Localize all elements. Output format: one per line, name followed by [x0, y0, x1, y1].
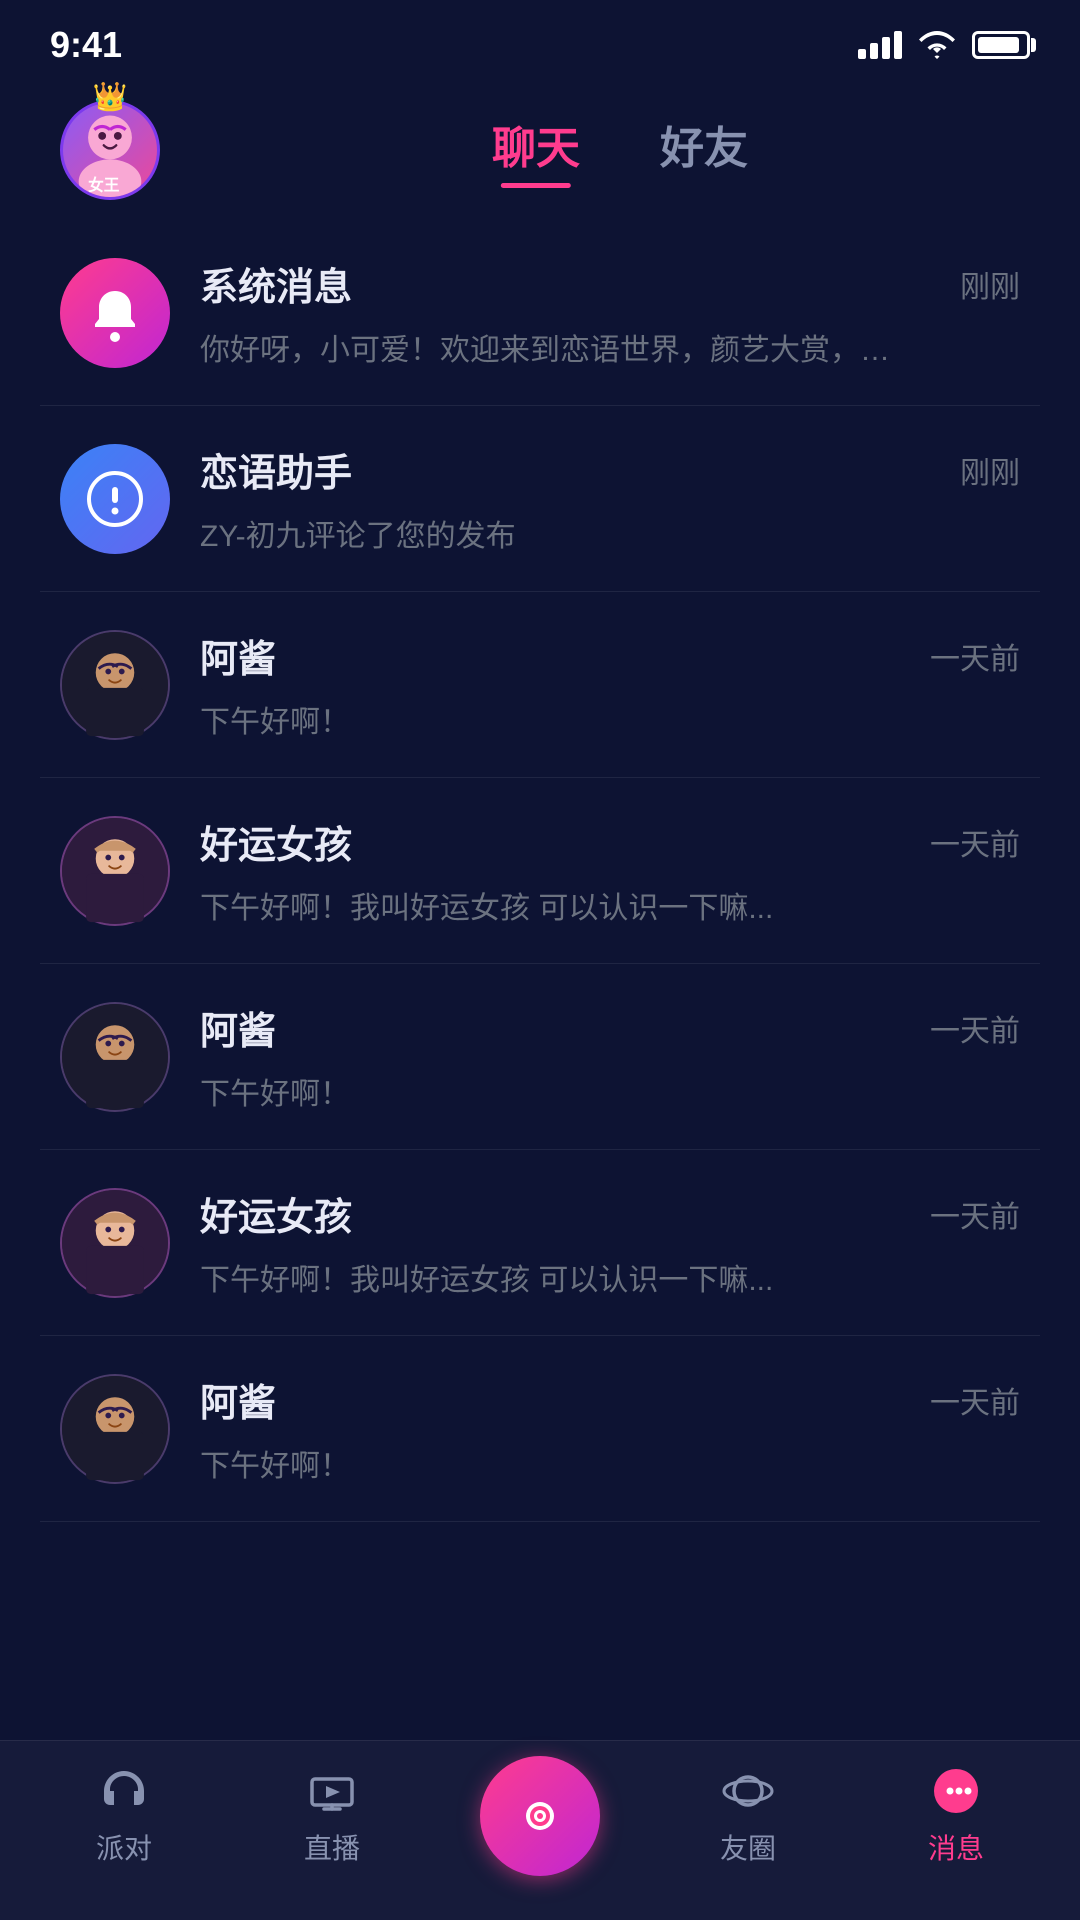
svg-text:女王: 女王: [88, 176, 120, 195]
chat-item-top: 阿酱 一天前: [200, 1000, 1020, 1055]
chat-item-top: 阿酱 一天前: [200, 628, 1020, 683]
chat-name: 阿酱: [200, 1000, 276, 1055]
wifi-icon: [918, 31, 956, 59]
assistant-avatar: [60, 444, 170, 554]
list-item[interactable]: 阿酱 一天前 下午好啊！: [40, 592, 1040, 778]
headphone-icon: [98, 1765, 150, 1817]
chat-name: 系统消息: [200, 256, 352, 311]
nav-item-messages[interactable]: 消息: [852, 1765, 1060, 1867]
user-avatar-ajiang3: [60, 1374, 170, 1484]
nav-label-party: 派对: [96, 1827, 152, 1867]
chat-time: 刚刚: [960, 262, 1020, 306]
list-item[interactable]: 阿酱 一天前 下午好啊！: [40, 1336, 1040, 1522]
chat-time: 一天前: [930, 1378, 1020, 1422]
face-illustration: [62, 1188, 168, 1298]
nav-item-center[interactable]: [436, 1756, 644, 1876]
list-item[interactable]: 好运女孩 一天前 下午好啊！我叫好运女孩 可以认识一下嘛...: [40, 778, 1040, 964]
chat-preview: 下午好啊！: [200, 697, 900, 741]
alert-icon: [85, 469, 145, 529]
tab-friends[interactable]: 好友: [660, 112, 748, 188]
status-icons: [858, 31, 1030, 59]
nav-label-live: 直播: [304, 1827, 360, 1867]
chat-name: 阿酱: [200, 1372, 276, 1427]
avatar-face-svg: 女王: [63, 103, 157, 197]
chat-time: 一天前: [930, 634, 1020, 678]
status-bar: 9:41: [0, 0, 1080, 80]
tv-icon: [306, 1765, 358, 1817]
list-item[interactable]: 恋语助手 刚刚 ZY-初九评论了您的发布: [40, 406, 1040, 592]
chat-item-content: 阿酱 一天前 下午好啊！: [200, 628, 1020, 741]
chat-preview: ZY-初九评论了您的发布: [200, 511, 900, 555]
chat-preview: 下午好啊！: [200, 1441, 900, 1485]
avatar-circle: 女王: [60, 100, 160, 200]
system-message-avatar: [60, 258, 170, 368]
chat-preview: 下午好啊！: [200, 1069, 900, 1113]
message-icon: [930, 1765, 982, 1817]
chat-list: 系统消息 刚刚 你好呀，小可爱！欢迎来到恋语世界，颜艺大赏，花式整盘... 恋语…: [0, 220, 1080, 1522]
chat-name: 恋语助手: [200, 442, 352, 497]
chat-name: 阿酱: [200, 628, 276, 683]
chat-preview: 下午好啊！我叫好运女孩 可以认识一下嘛...: [200, 1255, 900, 1299]
nav-item-moments[interactable]: 友圈: [644, 1765, 852, 1867]
planet-icon: [722, 1765, 774, 1817]
list-item[interactable]: 阿酱 一天前 下午好啊！: [40, 964, 1040, 1150]
face-illustration: [62, 630, 168, 740]
chat-name: 好运女孩: [200, 1186, 352, 1241]
tab-chat[interactable]: 聊天: [492, 112, 580, 188]
user-avatar-ajiang2: [60, 1002, 170, 1112]
chat-time: 一天前: [930, 1006, 1020, 1050]
list-item[interactable]: 好运女孩 一天前 下午好啊！我叫好运女孩 可以认识一下嘛...: [40, 1150, 1040, 1336]
chat-preview: 你好呀，小可爱！欢迎来到恋语世界，颜艺大赏，花式整盘...: [200, 325, 900, 369]
bell-icon: [85, 283, 145, 343]
chat-item-content: 阿酱 一天前 下午好啊！: [200, 1000, 1020, 1113]
user-avatar-lucky: [60, 816, 170, 926]
crown-icon: 👑: [93, 80, 128, 113]
face-illustration: [62, 1374, 168, 1484]
chat-time: 一天前: [930, 1192, 1020, 1236]
chat-item-top: 恋语助手 刚刚: [200, 442, 1020, 497]
battery-icon: [972, 31, 1030, 59]
user-avatar[interactable]: 👑 女王: [60, 100, 160, 200]
user-avatar-lucky2: [60, 1188, 170, 1298]
signal-bars-icon: [858, 31, 902, 59]
chat-item-content: 好运女孩 一天前 下午好啊！我叫好运女孩 可以认识一下嘛...: [200, 1186, 1020, 1299]
nav-label-moments: 友圈: [720, 1827, 776, 1867]
chat-list-container: 系统消息 刚刚 你好呀，小可爱！欢迎来到恋语世界，颜艺大赏，花式整盘... 恋语…: [0, 220, 1080, 1750]
camera-record-icon: [510, 1786, 570, 1846]
center-button[interactable]: [480, 1756, 600, 1876]
chat-item-top: 系统消息 刚刚: [200, 256, 1020, 311]
header: 👑 女王 聊天 好友: [0, 80, 1080, 220]
chat-item-top: 好运女孩 一天前: [200, 1186, 1020, 1241]
chat-time: 刚刚: [960, 448, 1020, 492]
bottom-nav: 派对 直播 友圈: [0, 1740, 1080, 1920]
chat-item-top: 好运女孩 一天前: [200, 814, 1020, 869]
chat-item-top: 阿酱 一天前: [200, 1372, 1020, 1427]
chat-item-content: 好运女孩 一天前 下午好啊！我叫好运女孩 可以认识一下嘛...: [200, 814, 1020, 927]
face-illustration: [62, 1002, 168, 1112]
nav-label-messages: 消息: [928, 1827, 984, 1867]
status-time: 9:41: [50, 24, 122, 66]
chat-item-content: 阿酱 一天前 下午好啊！: [200, 1372, 1020, 1485]
list-item[interactable]: 系统消息 刚刚 你好呀，小可爱！欢迎来到恋语世界，颜艺大赏，花式整盘...: [40, 220, 1040, 406]
main-tabs: 聊天 好友: [220, 112, 1020, 188]
nav-item-party[interactable]: 派对: [20, 1765, 228, 1867]
chat-name: 好运女孩: [200, 814, 352, 869]
chat-item-content: 系统消息 刚刚 你好呀，小可爱！欢迎来到恋语世界，颜艺大赏，花式整盘...: [200, 256, 1020, 369]
nav-item-live[interactable]: 直播: [228, 1765, 436, 1867]
user-avatar-ajiang: [60, 630, 170, 740]
chat-preview: 下午好啊！我叫好运女孩 可以认识一下嘛...: [200, 883, 900, 927]
face-illustration: [62, 816, 168, 926]
chat-time: 一天前: [930, 820, 1020, 864]
chat-item-content: 恋语助手 刚刚 ZY-初九评论了您的发布: [200, 442, 1020, 555]
